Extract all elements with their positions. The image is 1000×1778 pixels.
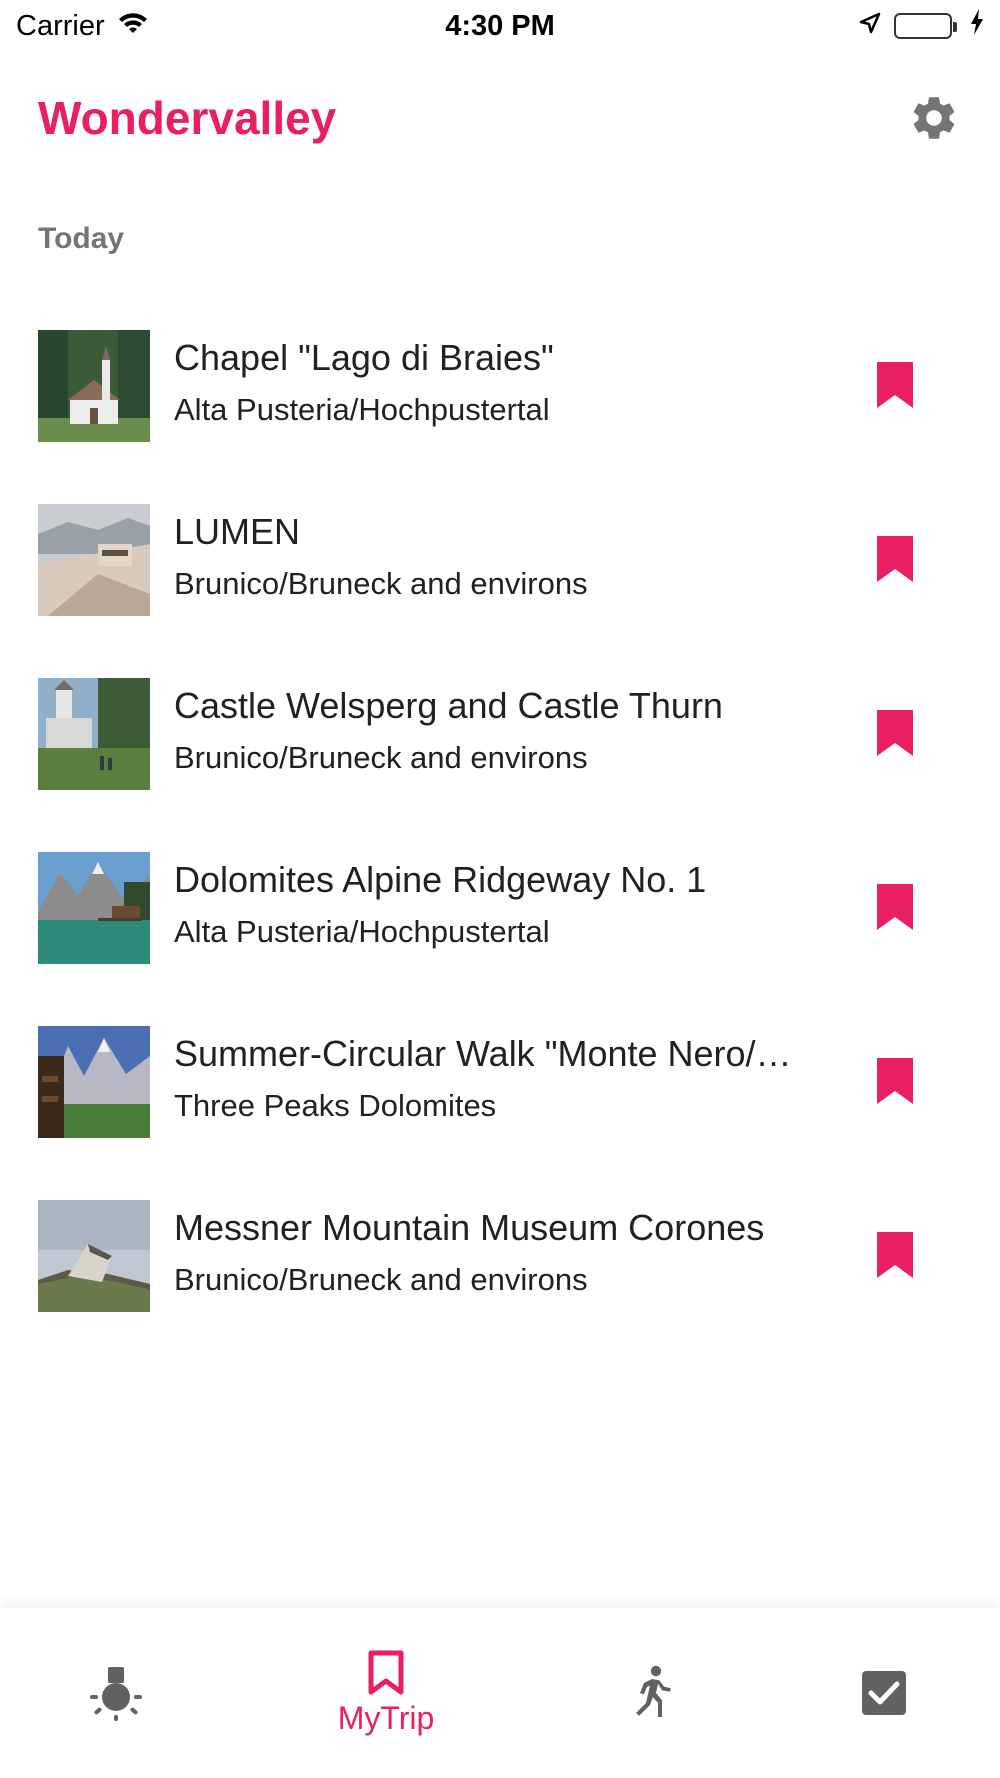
bookmark-icon[interactable]	[874, 1058, 916, 1106]
list-item-texts: Chapel "Lago di Braies" Alta Pusteria/Ho…	[174, 330, 834, 428]
tab-mytrip-label: MyTrip	[337, 1699, 435, 1736]
screen: Carrier 4:30 PM Wondervalley Today Chape…	[0, 0, 1000, 1778]
list-item-texts: LUMEN Brunico/Bruneck and environs	[174, 504, 834, 602]
bookmark-icon	[368, 1650, 404, 1694]
tab-checklist[interactable]	[834, 1608, 934, 1778]
bookmark-icon[interactable]	[874, 884, 916, 932]
location-arrow-icon	[858, 10, 882, 43]
list-item-texts: Summer-Circular Walk "Monte Nero/… Three…	[174, 1026, 834, 1124]
list-item-texts: Dolomites Alpine Ridgeway No. 1 Alta Pus…	[174, 852, 834, 950]
castle-photo	[38, 678, 150, 790]
wifi-icon	[117, 10, 149, 43]
list-item[interactable]: Castle Welsperg and Castle Thurn Brunico…	[0, 678, 1000, 852]
tab-mytrip[interactable]: MyTrip	[316, 1608, 456, 1778]
lumen-museum-photo	[38, 504, 150, 616]
status-left: Carrier	[16, 10, 149, 43]
list-item[interactable]: Summer-Circular Walk "Monte Nero/… Three…	[0, 1026, 1000, 1200]
bottom-tab-bar: MyTrip	[0, 1608, 1000, 1778]
lake-mountain-photo	[38, 852, 150, 964]
peaks-hut-photo	[38, 1026, 150, 1138]
bookmark-icon[interactable]	[874, 536, 916, 584]
carrier-label: Carrier	[16, 9, 105, 42]
status-bar: Carrier 4:30 PM	[0, 0, 1000, 52]
bookmark-icon[interactable]	[874, 1232, 916, 1280]
item-subtitle: Three Peaks Dolomites	[174, 1088, 497, 1123]
settings-button[interactable]	[906, 90, 962, 146]
bookmark-icon[interactable]	[874, 362, 916, 410]
item-subtitle: Brunico/Bruneck and environs	[174, 740, 588, 775]
trip-list: Chapel "Lago di Braies" Alta Pusteria/Ho…	[0, 330, 1000, 1374]
status-time: 4:30 PM	[445, 9, 555, 42]
gear-icon	[913, 97, 955, 139]
tab-discover[interactable]	[66, 1608, 166, 1778]
list-item[interactable]: LUMEN Brunico/Bruneck and environs	[0, 504, 1000, 678]
app-header: Wondervalley	[0, 78, 1000, 158]
item-title: Summer-Circular Walk "Monte Nero/…	[174, 1033, 792, 1074]
item-title: Messner Mountain Museum Corones	[174, 1207, 765, 1248]
tab-activities[interactable]	[600, 1608, 700, 1778]
bookmark-icon[interactable]	[874, 710, 916, 758]
item-subtitle: Brunico/Bruneck and environs	[174, 566, 588, 601]
item-subtitle: Brunico/Bruneck and environs	[174, 1262, 588, 1297]
item-title: Dolomites Alpine Ridgeway No. 1	[174, 859, 707, 900]
list-item-texts: Messner Mountain Museum Corones Brunico/…	[174, 1200, 834, 1298]
item-subtitle: Alta Pusteria/Hochpustertal	[174, 914, 550, 949]
status-right	[858, 9, 984, 43]
chapel-photo	[38, 330, 150, 442]
battery-icon	[894, 13, 957, 39]
list-item[interactable]: Dolomites Alpine Ridgeway No. 1 Alta Pus…	[0, 852, 1000, 1026]
item-title: Castle Welsperg and Castle Thurn	[174, 685, 723, 726]
list-item[interactable]: Messner Mountain Museum Corones Brunico/…	[0, 1200, 1000, 1374]
charging-bolt-icon	[970, 9, 984, 43]
running-person-icon	[636, 1665, 671, 1717]
item-subtitle: Alta Pusteria/Hochpustertal	[174, 392, 550, 427]
list-item[interactable]: Chapel "Lago di Braies" Alta Pusteria/Ho…	[0, 330, 1000, 504]
lightbulb-icon	[90, 1667, 142, 1721]
checkbox-icon	[862, 1671, 906, 1715]
section-label-today: Today	[38, 222, 125, 255]
item-title: Chapel "Lago di Braies"	[174, 337, 554, 378]
app-title: Wondervalley	[38, 92, 337, 144]
item-title: LUMEN	[174, 511, 301, 552]
museum-photo	[38, 1200, 150, 1312]
list-item-texts: Castle Welsperg and Castle Thurn Brunico…	[174, 678, 834, 776]
